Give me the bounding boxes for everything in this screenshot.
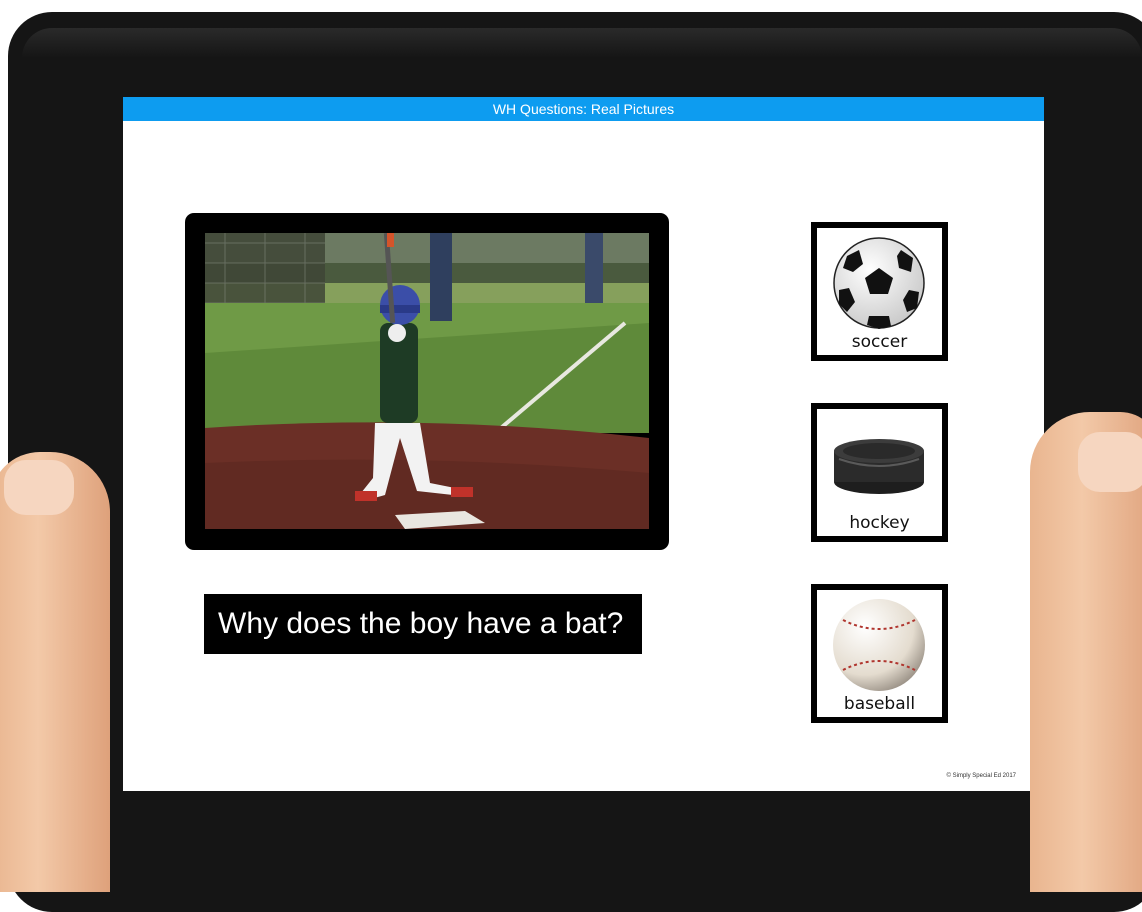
choice-card-hockey[interactable]: hockey (811, 403, 948, 542)
baseball-batter-photo (205, 233, 649, 529)
title-bar: WH Questions: Real Pictures (123, 97, 1044, 121)
choice-card-baseball[interactable]: baseball (811, 584, 948, 723)
choice-label-baseball: baseball (843, 694, 916, 714)
choice-label-soccer: soccer (851, 332, 908, 352)
choice-label-hockey: hockey (849, 513, 910, 533)
question-prompt: Why does the boy have a bat? (204, 594, 642, 654)
slide-screen: WH Questions: Real Pictures Why does the… (123, 97, 1044, 791)
right-thumbnail (1078, 432, 1142, 492)
left-hand (0, 452, 110, 892)
choice-card-soccer[interactable]: soccer (811, 222, 948, 361)
copyright-text: © Simply Special Ed 2017 (946, 773, 1016, 779)
photo-frame (185, 213, 669, 550)
right-hand (1030, 412, 1142, 892)
left-thumbnail (4, 460, 74, 515)
tablet-bezel (22, 28, 1142, 58)
